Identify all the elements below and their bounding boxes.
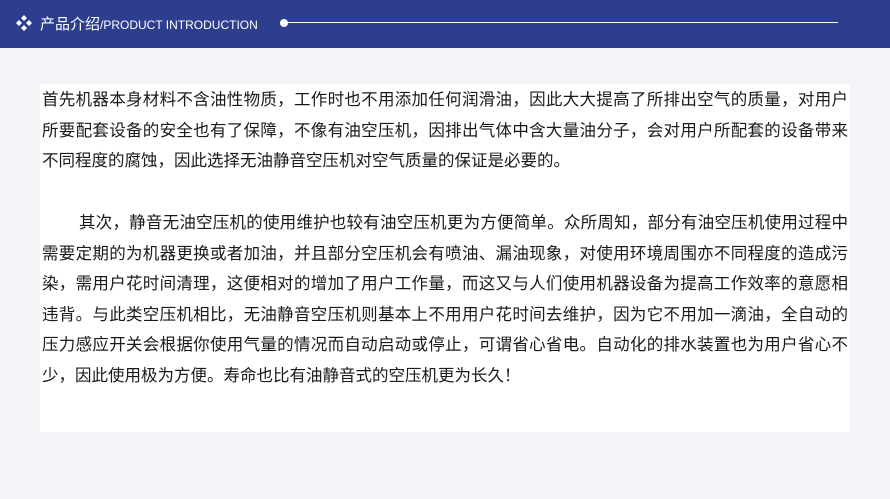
header-bar: 产品介绍/PRODUCT INTRODUCTION: [0, 0, 890, 48]
section-title-cn: 产品介绍: [40, 15, 101, 33]
page: 产品介绍/PRODUCT INTRODUCTION 首先机器本身材料不含油性物质…: [0, 0, 890, 499]
paragraph-intro: 首先机器本身材料不含油性物质，工作时也不用添加任何润滑油，因此大大提高了所排出空…: [42, 90, 848, 170]
content-panel: 首先机器本身材料不含油性物质，工作时也不用添加任何润滑油，因此大大提高了所排出空…: [40, 84, 850, 432]
title-divider-line: [286, 22, 838, 23]
section-title-en: /PRODUCT INTRODUCTION: [100, 18, 258, 32]
section-title: 产品介绍/PRODUCT INTRODUCTION: [40, 15, 258, 34]
diamond-cluster-icon: [16, 15, 32, 31]
title-divider-dot: [280, 19, 288, 27]
paragraph-maintenance: 其次，静音无油空压机的使用维护也较有油空压机更为方便简单。众所周知，部分有油空压…: [42, 213, 848, 385]
